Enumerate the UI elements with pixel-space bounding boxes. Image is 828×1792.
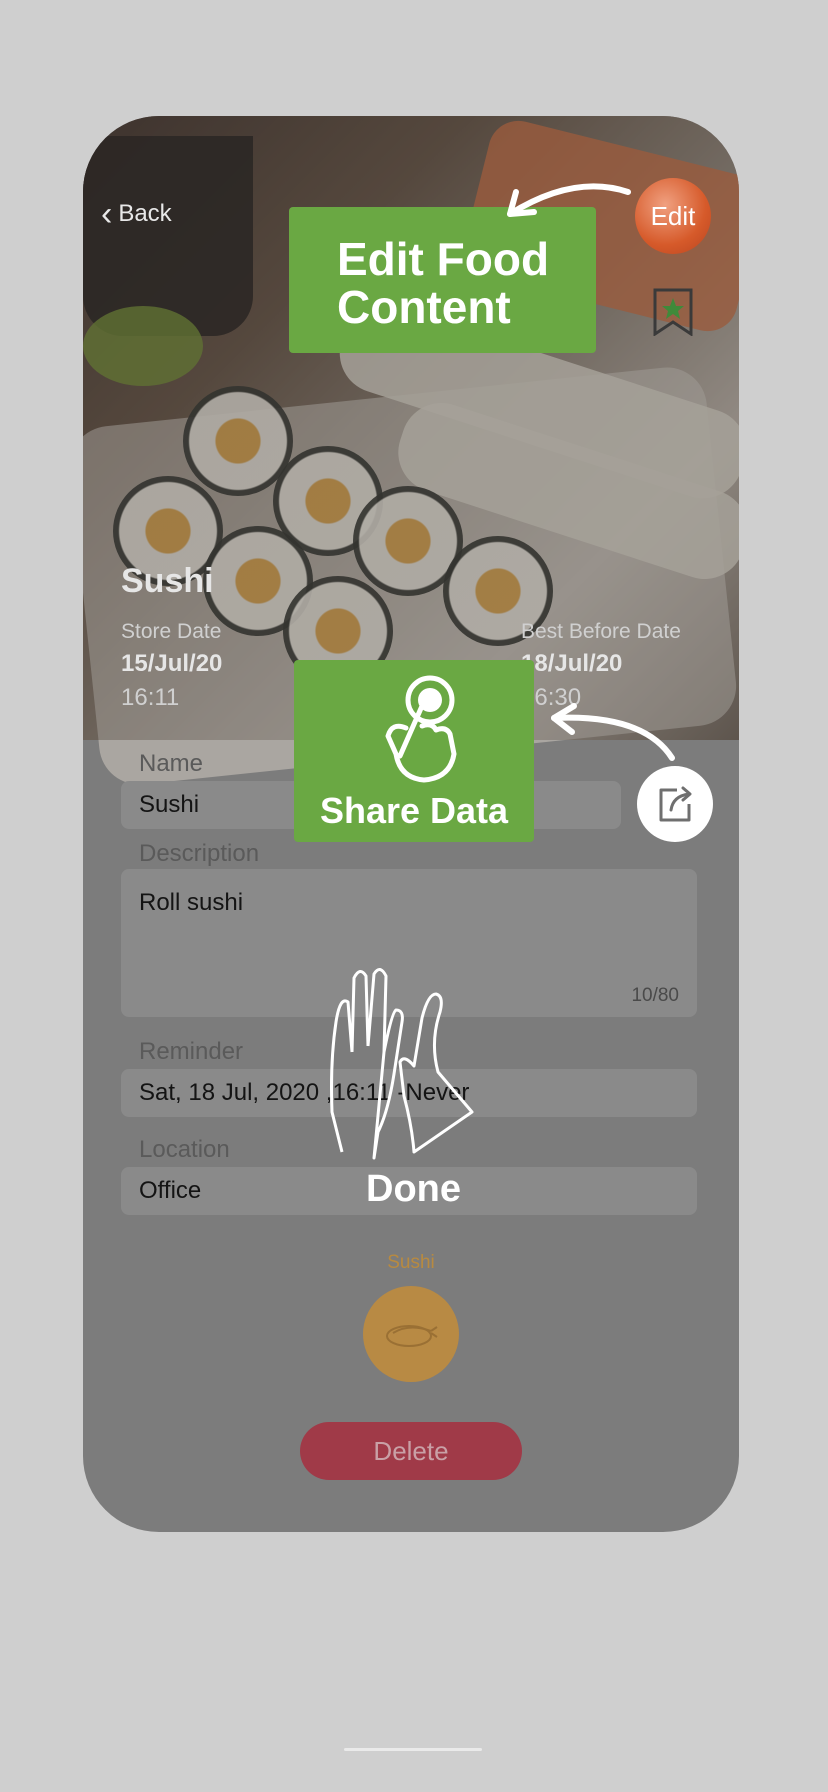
store-date: 15/Jul/20 [121,650,223,677]
share-button[interactable] [637,766,713,842]
best-before-date: 18/Jul/20 [521,650,623,677]
category-label: Sushi [387,1252,435,1273]
back-button[interactable]: ‹ Back [101,195,172,233]
sushi-icon [386,1325,438,1347]
bookmark-star-icon[interactable] [651,288,695,336]
best-before-label: Best Before Date [521,620,681,643]
chevron-left-icon: ‹ [101,195,113,233]
done-label[interactable]: Done [366,1168,461,1211]
back-label: Back [118,200,172,227]
arrow-to-edit-icon [507,183,631,217]
high-five-hands-icon [330,968,474,1160]
screen: ‹ Back Edit Sushi Store Date 15/Jul/20 1… [0,0,828,1792]
reminder-label: Reminder [139,1038,244,1065]
arrow-to-share-icon [551,703,675,761]
home-indicator [344,1748,482,1751]
share-data-tip: Share Data [294,660,534,842]
description-text: Roll sushi [139,889,244,916]
tap-hand-icon [385,675,457,783]
name-label: Name [139,750,204,777]
character-counter: 10/80 [631,985,679,1006]
location-label: Location [139,1136,230,1163]
edit-button[interactable]: Edit [635,178,711,254]
category-button[interactable] [363,1286,459,1382]
store-date-label: Store Date [121,620,222,643]
share-data-label: Share Data [319,790,509,831]
food-title: Sushi [121,562,214,600]
description-label: Description [139,840,260,867]
store-time: 16:11 [121,684,180,711]
delete-button[interactable]: Delete [300,1422,522,1480]
share-icon [659,786,692,822]
